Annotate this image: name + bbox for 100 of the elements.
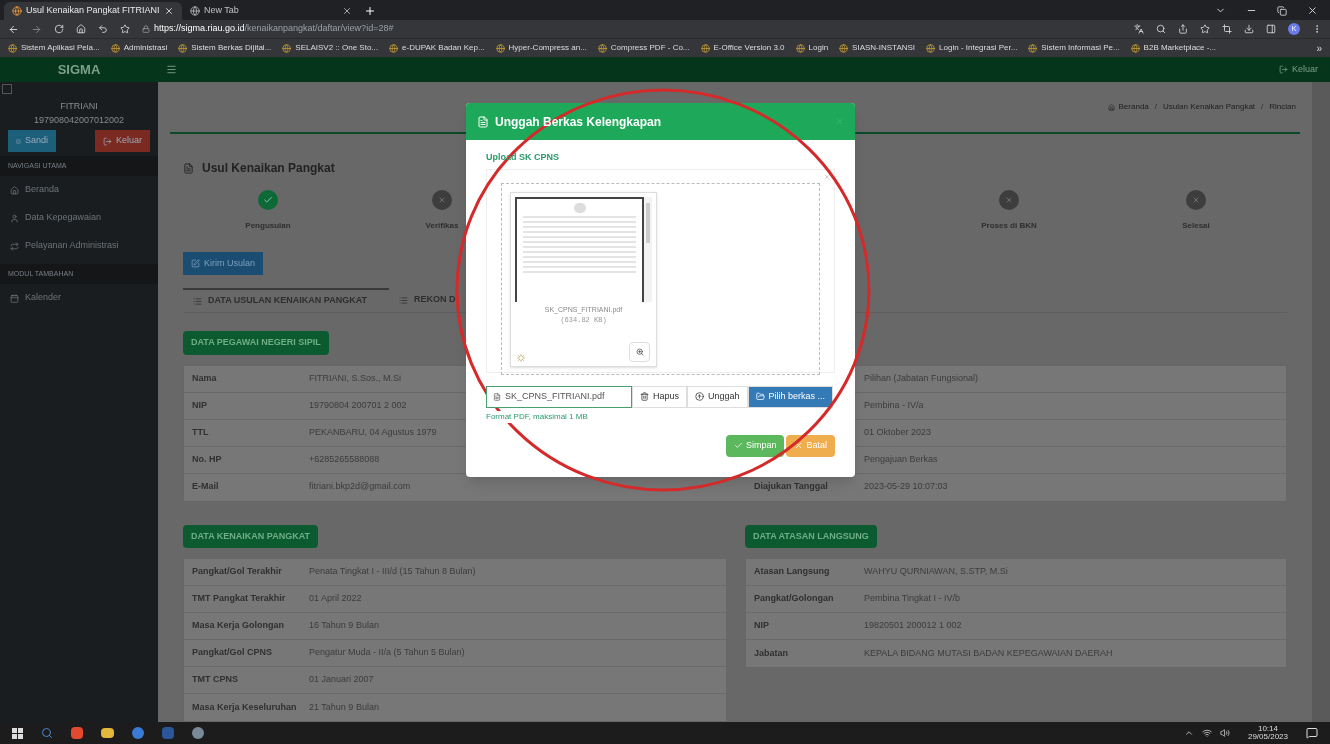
download-icon[interactable] (1244, 24, 1254, 34)
tab-favicon-icon (12, 6, 22, 16)
browser-tab[interactable]: Usul Kenaikan Pangkat FITRIANI (4, 2, 182, 20)
logout-icon (103, 136, 112, 146)
field-label: Pangkat/Gol CPNS (191, 646, 273, 660)
share-icon[interactable] (1178, 24, 1188, 34)
close-icon[interactable] (823, 172, 831, 181)
back-icon[interactable] (8, 23, 19, 35)
field-value: 19820501 200012 1 002 (863, 619, 963, 633)
clock-date[interactable]: 29/05/2023 (1247, 733, 1288, 741)
field-label: Pangkat/Golongan (753, 592, 835, 606)
sidebar-checkbox[interactable] (2, 84, 12, 94)
field-label: Jabatan (753, 646, 789, 660)
bookmark[interactable]: Login - Integrasi Per... (926, 42, 1018, 54)
bookmark[interactable]: E-Office Version 3.0 (700, 42, 785, 54)
bookmark[interactable]: Administrasi (110, 42, 168, 54)
bookmark-icon (700, 43, 710, 53)
notifications-icon[interactable] (1306, 727, 1318, 739)
section-heading: DATA ATASAN LANGSUNG (745, 524, 877, 548)
logout-link[interactable]: Keluar (1279, 62, 1330, 77)
bookmark-icon (1130, 43, 1140, 53)
file-icon (493, 392, 501, 401)
bookmark[interactable]: SIASN-INSTANSI (839, 42, 916, 54)
field-label: TMT Pangkat Terakhir (191, 592, 287, 606)
page-title: Usul Kenaikan Pangkat (202, 160, 335, 177)
app-icon[interactable] (192, 727, 204, 739)
bookmark[interactable]: Sistem Aplikasi Pela... (8, 42, 100, 54)
delete-icon (640, 392, 649, 401)
forward-icon[interactable] (31, 23, 42, 35)
title-icon (183, 162, 194, 174)
user-icon (10, 213, 19, 223)
close-icon[interactable] (1307, 5, 1318, 16)
sidebar-item[interactable]: Pelayanan Administrasi (0, 232, 158, 260)
restore-icon[interactable] (1277, 5, 1287, 16)
file-tool-button[interactable]: Unggah (687, 385, 748, 408)
volume-icon[interactable] (1219, 728, 1230, 738)
sidebar-item[interactable]: Beranda (0, 176, 158, 204)
breadcrumb-separator: / (1261, 101, 1264, 113)
field-label: NIP (191, 398, 208, 412)
network-icon[interactable] (1201, 728, 1212, 738)
field-label: Masa Kerja Keseluruhan (191, 700, 298, 714)
app-icon[interactable] (132, 727, 144, 739)
bookmark[interactable]: e-DUPAK Badan Kep... (389, 42, 485, 54)
section-heading: DATA KENAIKAN PANGKAT (183, 524, 318, 548)
bookmark[interactable]: SELAISV2 :: One Sto... (282, 42, 379, 54)
close-icon[interactable] (164, 6, 174, 16)
bookmarks-overflow[interactable]: » (1316, 40, 1322, 56)
cross-icon (1005, 196, 1013, 204)
scrollbar[interactable] (1312, 82, 1330, 722)
breadcrumb-separator: / (1154, 101, 1157, 113)
bookmark-icon (795, 43, 805, 53)
crop-icon[interactable] (1222, 24, 1232, 34)
clock-time[interactable]: 10:14 (1257, 725, 1278, 733)
side-panel-icon[interactable] (1266, 24, 1276, 34)
list-icon (399, 295, 408, 305)
translate-icon[interactable] (1134, 24, 1144, 34)
sidebar-button[interactable]: Keluar (95, 130, 150, 152)
bookmark[interactable]: Sistem Informasi Pe... (1028, 42, 1120, 54)
bookmark[interactable]: Login (795, 42, 829, 54)
menu-icon[interactable] (166, 64, 177, 75)
bookmark[interactable]: Sistem Berkas Dijital... (178, 42, 272, 54)
scrollbar[interactable] (644, 196, 652, 302)
bookmark[interactable]: Hyper-Compress an... (495, 42, 587, 54)
lock-icon (142, 25, 150, 33)
windows-start-icon[interactable] (12, 727, 23, 739)
bookmark-icon (1028, 43, 1038, 53)
user-id: 197908042007012002 (32, 113, 126, 127)
reload-icon[interactable] (54, 24, 64, 34)
search-icon[interactable] (41, 727, 53, 739)
hint-text: Format PDF, maksimal 1 MB (486, 410, 588, 423)
field-label: E-Mail (191, 480, 220, 494)
sidebar-item[interactable]: Data Kepegawaian (0, 204, 158, 232)
file-icon (477, 115, 489, 128)
app-icon[interactable] (71, 727, 83, 739)
bookmark[interactable]: B2B Marketplace -... (1130, 42, 1217, 54)
close-icon[interactable] (342, 6, 352, 16)
field-label: No. HP (191, 452, 223, 466)
file-input-field[interactable]: SK_CPNS_FITRIANI.pdf (486, 385, 632, 408)
logout-icon (1279, 65, 1288, 74)
file-tool-button[interactable]: Pilih berkas ... (747, 385, 834, 408)
field-label: TTL (191, 425, 210, 439)
bookmark-icon (839, 43, 849, 53)
zoom-icon[interactable] (1156, 24, 1166, 34)
file-tool-button[interactable]: Hapus (632, 385, 687, 408)
new-tab-icon[interactable] (364, 5, 376, 17)
field-value: +6285265588088 (308, 452, 381, 466)
home-icon (1107, 103, 1115, 111)
sidebar-item[interactable]: Kalender (0, 284, 158, 312)
app-brand[interactable]: SIGMA (0, 59, 158, 80)
undo-icon[interactable] (98, 24, 108, 34)
home-icon[interactable] (76, 24, 86, 34)
star-icon[interactable] (1200, 24, 1210, 34)
star-icon[interactable] (120, 24, 130, 34)
field-label: TMT CPNS (191, 673, 239, 687)
user-name: FITRIANI (59, 100, 99, 113)
step-label: Verifikas (425, 220, 459, 232)
url-field[interactable]: https://sigma.riau.go.id/kenaikanpangkat/daftar/view?id=28# (154, 22, 394, 36)
zoom-button[interactable] (629, 341, 650, 362)
step-label: Proses di BKN (981, 220, 1037, 232)
bookmark[interactable]: Compress PDF - Co... (597, 42, 690, 54)
